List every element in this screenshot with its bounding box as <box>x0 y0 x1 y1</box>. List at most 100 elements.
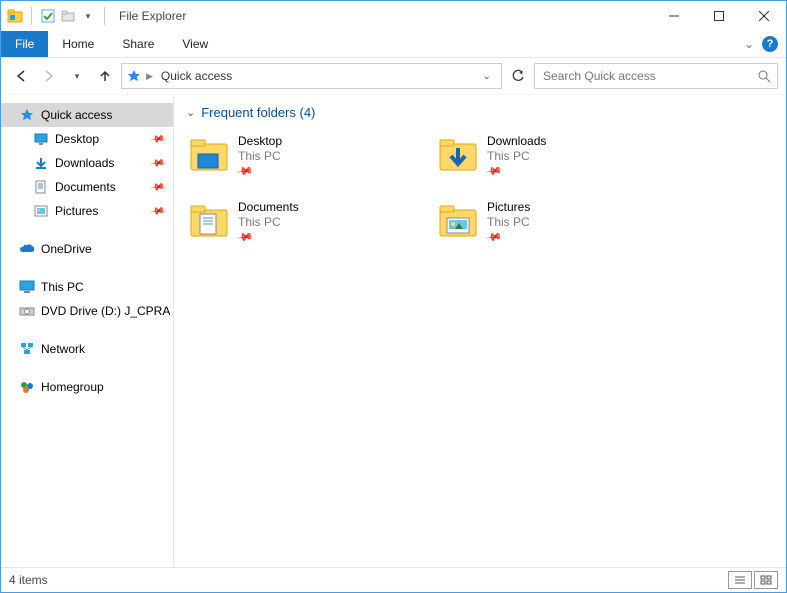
folder-location: This PC <box>238 215 299 229</box>
ribbon-expand-icon[interactable]: ⌄ <box>744 37 754 51</box>
share-tab[interactable]: Share <box>108 31 168 57</box>
maximize-button[interactable] <box>696 1 741 31</box>
quick-access-icon <box>19 107 35 123</box>
desktop-icon <box>33 131 49 147</box>
this-pc-icon <box>19 279 35 295</box>
section-title: Frequent folders (4) <box>201 105 315 120</box>
sidebar-item-label: Documents <box>55 180 116 194</box>
ribbon-tabs: File Home Share View ⌄ ? <box>1 31 786 58</box>
navigation-pane: Quick access Desktop 📌 Downloads 📌 Docum… <box>1 95 174 567</box>
homegroup-icon <box>19 379 35 395</box>
close-button[interactable] <box>741 1 786 31</box>
sidebar-item-downloads[interactable]: Downloads 📌 <box>1 151 173 175</box>
navigation-bar: ▾ ▶ Quick access ⌄ <box>1 58 786 95</box>
content-pane: ⌄ Frequent folders (4) Desktop This PC 📌 <box>174 95 786 567</box>
view-buttons <box>728 571 778 589</box>
up-button[interactable] <box>93 64 117 88</box>
pin-icon: 📌 <box>149 155 166 171</box>
dvd-drive-icon <box>19 303 35 319</box>
pin-icon: 📌 <box>149 179 166 195</box>
quick-access-toolbar: ▾ File Explorer <box>1 7 186 25</box>
minimize-button[interactable] <box>651 1 696 31</box>
folder-item-desktop[interactable]: Desktop This PC 📌 <box>186 130 435 196</box>
sidebar-item-label: Network <box>41 342 85 356</box>
sidebar-item-documents[interactable]: Documents 📌 <box>1 175 173 199</box>
folder-location: This PC <box>487 215 530 229</box>
pin-icon: 📌 <box>485 162 504 181</box>
sidebar-item-desktop[interactable]: Desktop 📌 <box>1 127 173 151</box>
folder-name: Desktop <box>238 134 282 148</box>
network-icon <box>19 341 35 357</box>
search-box[interactable] <box>534 63 778 89</box>
sidebar-item-label: This PC <box>41 280 84 294</box>
pin-icon: 📌 <box>149 131 166 147</box>
folder-item-downloads[interactable]: Downloads This PC 📌 <box>435 130 684 196</box>
collapse-icon[interactable]: ⌄ <box>186 106 195 119</box>
body: Quick access Desktop 📌 Downloads 📌 Docum… <box>1 95 786 567</box>
folder-pictures-icon <box>437 200 479 242</box>
properties-qat-icon[interactable] <box>40 8 56 24</box>
help-icon[interactable]: ? <box>762 36 778 52</box>
pictures-icon <box>33 203 49 219</box>
search-input[interactable] <box>541 68 757 84</box>
folder-name: Downloads <box>487 134 546 148</box>
back-button[interactable] <box>9 64 33 88</box>
folder-name: Pictures <box>487 200 530 214</box>
sidebar-item-label: Homegroup <box>41 380 104 394</box>
sidebar-item-label: Downloads <box>55 156 114 170</box>
sidebar-item-pictures[interactable]: Pictures 📌 <box>1 199 173 223</box>
separator <box>31 7 32 25</box>
sidebar-item-this-pc[interactable]: This PC <box>1 275 173 299</box>
refresh-button[interactable] <box>506 64 530 88</box>
sidebar-item-homegroup[interactable]: Homegroup <box>1 375 173 399</box>
address-dropdown-icon[interactable]: ⌄ <box>477 71 497 82</box>
file-explorer-window: ▾ File Explorer File Home Share View ⌄ ?… <box>0 0 787 593</box>
folder-desktop-icon <box>188 134 230 176</box>
title-bar: ▾ File Explorer <box>1 1 786 31</box>
home-tab[interactable]: Home <box>48 31 108 57</box>
window-controls <box>651 1 786 31</box>
recent-locations-button[interactable]: ▾ <box>65 64 89 88</box>
qat-customize-icon[interactable]: ▾ <box>80 8 96 24</box>
pin-icon: 📌 <box>236 228 255 247</box>
folder-item-documents[interactable]: Documents This PC 📌 <box>186 196 435 262</box>
app-icon <box>7 8 23 24</box>
pin-icon: 📌 <box>149 203 166 219</box>
sidebar-item-label: Quick access <box>41 108 112 122</box>
folder-item-pictures[interactable]: Pictures This PC 📌 <box>435 196 684 262</box>
window-title: File Explorer <box>119 9 186 23</box>
documents-icon <box>33 179 49 195</box>
folder-name: Documents <box>238 200 299 214</box>
breadcrumb-quick-access[interactable]: Quick access <box>157 69 236 83</box>
quick-access-icon <box>126 68 142 84</box>
status-bar: 4 items <box>1 567 786 592</box>
sidebar-item-label: Pictures <box>55 204 98 218</box>
pin-icon: 📌 <box>236 162 255 181</box>
sidebar-item-dvd-drive[interactable]: DVD Drive (D:) J_CPRA <box>1 299 173 323</box>
view-tab[interactable]: View <box>168 31 222 57</box>
breadcrumb-separator-icon[interactable]: ▶ <box>146 71 153 82</box>
downloads-icon <box>33 155 49 171</box>
section-header-frequent-folders[interactable]: ⌄ Frequent folders (4) <box>174 95 786 130</box>
sidebar-item-label: OneDrive <box>41 242 92 256</box>
folder-location: This PC <box>238 149 282 163</box>
folder-downloads-icon <box>437 134 479 176</box>
sidebar-item-label: Desktop <box>55 132 99 146</box>
search-icon[interactable] <box>757 69 771 83</box>
large-icons-view-button[interactable] <box>754 571 778 589</box>
file-tab[interactable]: File <box>1 31 48 57</box>
sidebar-item-label: DVD Drive (D:) J_CPRA <box>41 304 170 318</box>
sidebar-item-onedrive[interactable]: OneDrive <box>1 237 173 261</box>
sidebar-item-network[interactable]: Network <box>1 337 173 361</box>
onedrive-icon <box>19 241 35 257</box>
forward-button[interactable] <box>37 64 61 88</box>
pin-icon: 📌 <box>485 228 504 247</box>
status-item-count: 4 items <box>9 573 48 587</box>
sidebar-item-quick-access[interactable]: Quick access <box>1 103 173 127</box>
address-bar[interactable]: ▶ Quick access ⌄ <box>121 63 502 89</box>
details-view-button[interactable] <box>728 571 752 589</box>
folder-documents-icon <box>188 200 230 242</box>
new-folder-qat-icon[interactable] <box>60 8 76 24</box>
separator <box>104 7 105 25</box>
folder-location: This PC <box>487 149 546 163</box>
